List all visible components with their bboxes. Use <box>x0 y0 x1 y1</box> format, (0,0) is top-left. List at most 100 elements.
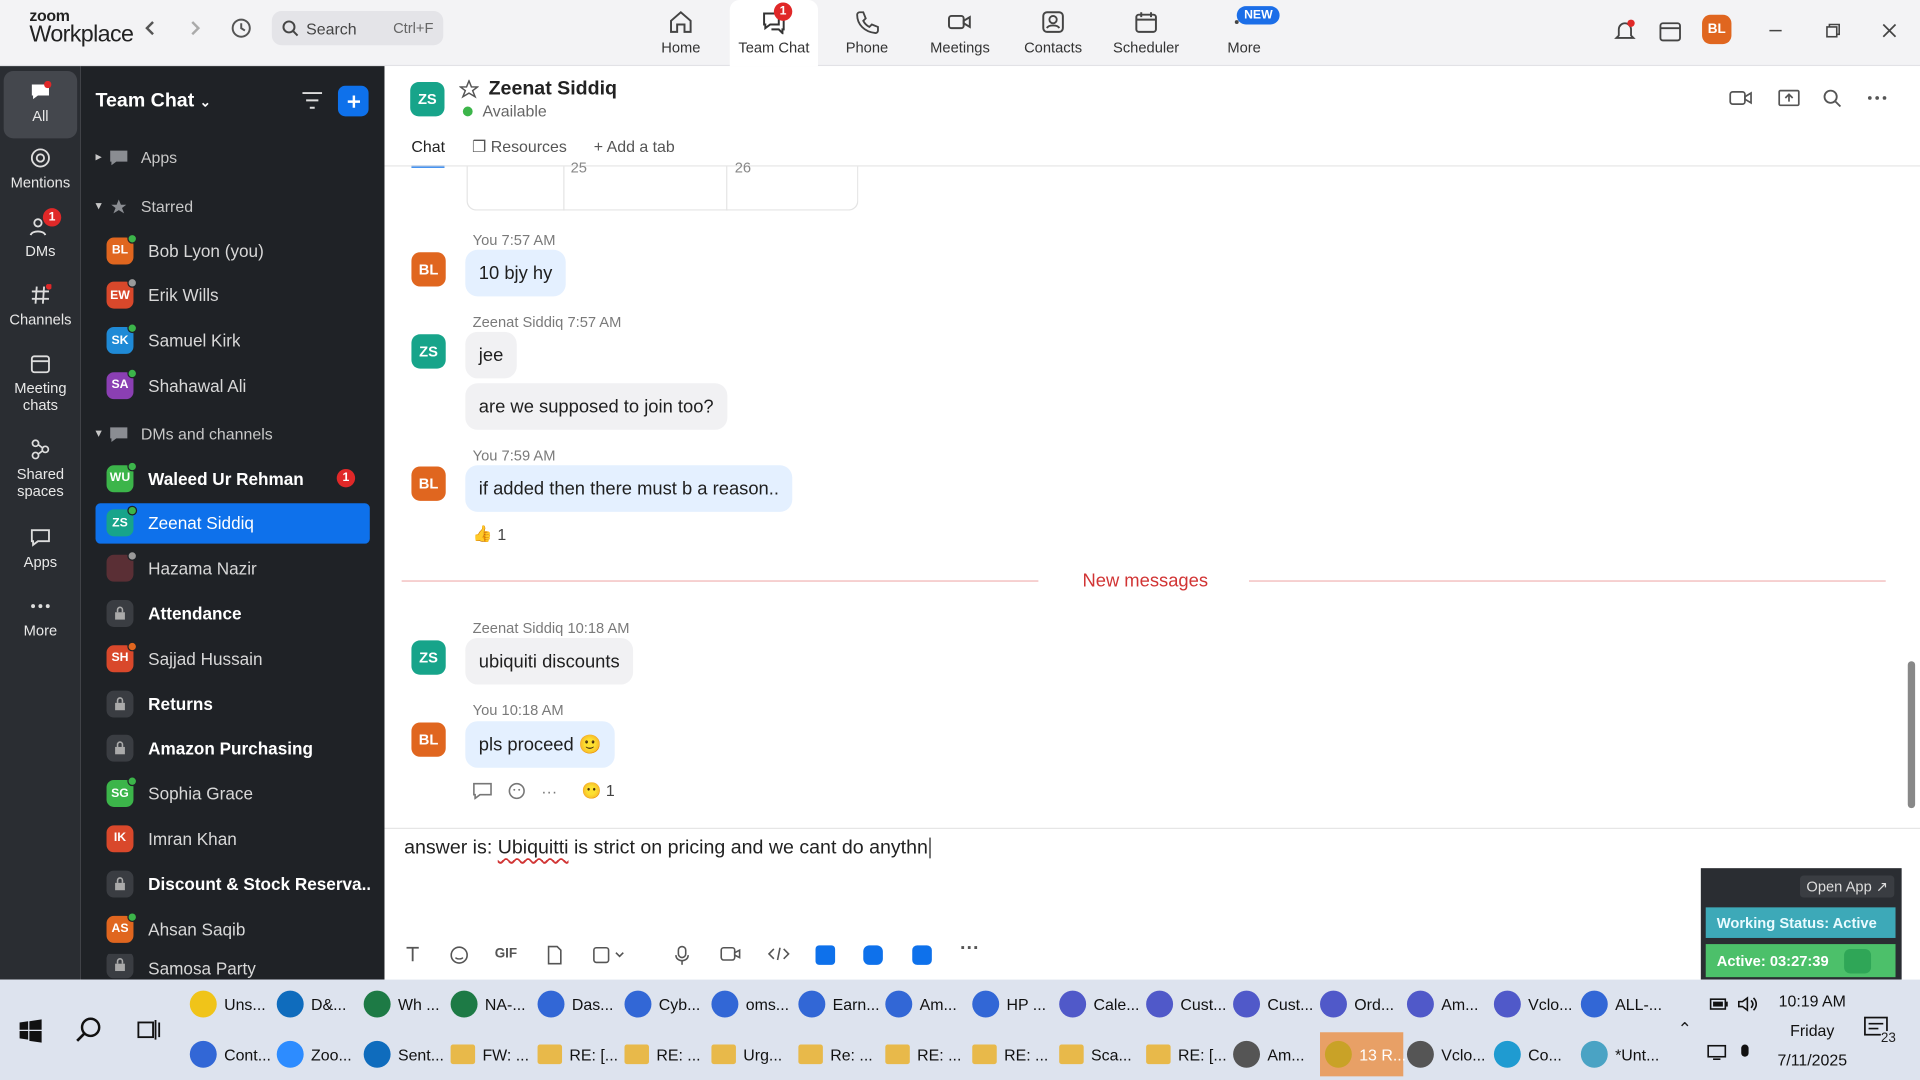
video-call-icon[interactable] <box>1729 88 1753 108</box>
user-avatar[interactable]: BL <box>1702 14 1732 45</box>
sidebar-item[interactable]: IK Imran Khan <box>96 818 370 858</box>
chat-search-icon[interactable] <box>1822 88 1842 108</box>
message-avatar[interactable]: ZS <box>411 640 446 675</box>
taskbar-app[interactable]: *Unt... <box>1580 1032 1664 1076</box>
sidebar-item[interactable]: Amazon Purchasing <box>96 728 370 768</box>
taskbar-app[interactable]: Am... <box>1233 1032 1316 1076</box>
message-bubble[interactable]: if added then there must b a reason.. <box>465 465 793 512</box>
message-bubble[interactable]: pls proceed 🙂 <box>465 721 616 768</box>
taskbar-app[interactable]: RE: ... <box>624 1032 707 1076</box>
message-avatar[interactable]: BL <box>411 466 446 501</box>
app-shortcut-3-icon[interactable] <box>912 945 932 965</box>
screenshot-icon[interactable] <box>593 945 625 965</box>
calendar-top-icon[interactable] <box>1657 17 1684 44</box>
share-screen-icon[interactable] <box>1778 88 1800 108</box>
sidebar-item[interactable]: EW Erik Wills <box>96 275 370 315</box>
sidebar-item[interactable]: SG Sophia Grace <box>96 773 370 813</box>
forward-arrow-icon[interactable] <box>181 15 208 42</box>
battery-icon[interactable] <box>1709 997 1729 1012</box>
section-dms-channels[interactable]: ▾ DMs and channels <box>96 425 273 443</box>
sidebar-item[interactable]: Returns <box>96 683 370 723</box>
sidebar-item[interactable]: SK Samuel Kirk <box>96 320 370 360</box>
taskbar-app[interactable]: oms... <box>711 982 794 1026</box>
network-icon[interactable] <box>1707 1043 1727 1060</box>
filter-icon[interactable] <box>301 91 323 111</box>
minimize-icon[interactable] <box>1762 17 1789 44</box>
reaction-smile[interactable]: 😶 1 <box>582 781 615 801</box>
section-apps[interactable]: ▸ Apps <box>96 148 178 166</box>
video-message-icon[interactable] <box>720 945 742 962</box>
search-input[interactable]: Search Ctrl+F <box>271 11 444 46</box>
sidebar-item[interactable]: SA Shahawal Ali <box>96 365 370 405</box>
taskbar-app[interactable]: Co... <box>1493 1032 1577 1076</box>
filter-funnel-icon[interactable] <box>1844 948 1872 973</box>
add-reaction-icon[interactable] <box>507 781 527 801</box>
notifications-bell-icon[interactable] <box>1611 17 1638 44</box>
favorite-star-icon[interactable] <box>459 79 479 100</box>
new-chat-button[interactable] <box>337 85 369 117</box>
taskbar-app[interactable]: RE: [... <box>537 1032 621 1076</box>
tab-scheduler[interactable]: Scheduler <box>1102 0 1190 66</box>
rail-more[interactable]: More <box>4 595 77 640</box>
tab-resources[interactable]: ❐ Resources <box>472 137 567 168</box>
taskbar-app[interactable]: RE: [... <box>1146 1032 1229 1076</box>
system-clock[interactable]: 10:19 AM Friday 7/11/2025 <box>1776 987 1849 1075</box>
rail-apps[interactable]: Apps <box>4 527 77 572</box>
rail-shared-spaces[interactable]: Shared spaces <box>4 438 77 500</box>
gif-icon[interactable]: GIF <box>495 947 517 962</box>
task-view-icon[interactable] <box>137 1019 161 1041</box>
rail-all[interactable]: All <box>3 71 78 139</box>
taskbar-app[interactable]: ALL-... <box>1580 982 1664 1026</box>
tab-team-chat[interactable]: Team Chat 1 <box>729 0 818 67</box>
tray-chevron-icon[interactable]: ⌃ <box>1678 1019 1692 1040</box>
taskbar-app[interactable]: 13 R... <box>1320 1032 1406 1077</box>
taskbar-app[interactable]: RE: ... <box>885 1032 968 1076</box>
sidebar-title[interactable]: Team Chat ⌄ <box>96 91 211 113</box>
reply-icon[interactable] <box>473 782 493 800</box>
tab-chat[interactable]: Chat <box>411 137 446 168</box>
rail-dms[interactable]: DMs 1 <box>4 208 77 261</box>
taskbar-app[interactable]: Cust... <box>1146 982 1229 1026</box>
volume-icon[interactable] <box>1736 994 1758 1014</box>
taskbar-app[interactable]: Wh ... <box>363 982 447 1026</box>
tab-phone[interactable]: Phone <box>823 0 911 66</box>
taskbar-app[interactable]: Das... <box>537 982 621 1026</box>
message-bubble[interactable]: are we supposed to join too? <box>465 383 728 430</box>
taskbar-app[interactable]: HP ... <box>972 982 1055 1026</box>
rail-meeting-chats[interactable]: Meeting chats <box>4 353 77 415</box>
taskbar-app[interactable]: RE: ... <box>972 1032 1055 1076</box>
message-bubble[interactable]: jee <box>465 331 517 379</box>
taskbar-search-icon[interactable] <box>76 1016 103 1043</box>
app-shortcut-1-icon[interactable] <box>815 945 836 965</box>
taskbar-app[interactable]: D&... <box>276 982 360 1026</box>
chat-scrollbar[interactable] <box>1907 171 1916 832</box>
taskbar-app[interactable]: Vclo... <box>1493 982 1577 1026</box>
mic-tray-icon[interactable] <box>1739 1043 1751 1063</box>
more-actions-icon[interactable]: ··· <box>541 782 557 800</box>
chat-header-name[interactable]: Zeenat Siddiq <box>489 78 617 100</box>
sidebar-item[interactable]: Hazama Nazir <box>96 548 370 588</box>
taskbar-app[interactable]: Cont... <box>189 1032 273 1076</box>
restore-icon[interactable] <box>1820 17 1847 44</box>
microphone-icon[interactable] <box>673 945 690 965</box>
message-avatar[interactable]: ZS <box>411 334 446 369</box>
taskbar-app[interactable]: Re: ... <box>798 1032 881 1076</box>
format-text-icon[interactable] <box>404 945 421 962</box>
close-icon[interactable] <box>1876 17 1903 44</box>
section-starred[interactable]: ▾ Starred <box>96 197 194 215</box>
notification-center-icon[interactable]: 23 <box>1864 1016 1896 1046</box>
taskbar-app[interactable]: Am... <box>1406 982 1490 1026</box>
sidebar-item[interactable]: BL Bob Lyon (you) <box>96 230 370 270</box>
tab-more[interactable]: More NEW <box>1200 0 1288 66</box>
sidebar-item[interactable]: Samosa Party <box>96 953 370 979</box>
rail-mentions[interactable]: Mentions <box>4 147 77 192</box>
rail-channels[interactable]: Channels <box>4 284 77 329</box>
message-avatar[interactable]: BL <box>411 722 446 757</box>
taskbar-app[interactable]: FW: ... <box>450 1032 534 1076</box>
message-bubble[interactable]: ubiquiti discounts <box>465 637 634 685</box>
sidebar-item[interactable]: Attendance <box>96 593 370 633</box>
taskbar-app[interactable]: NA-... <box>450 982 534 1026</box>
history-icon[interactable] <box>228 15 255 42</box>
taskbar-app[interactable]: Urg... <box>711 1032 794 1076</box>
taskbar-app[interactable]: Am... <box>885 982 968 1026</box>
